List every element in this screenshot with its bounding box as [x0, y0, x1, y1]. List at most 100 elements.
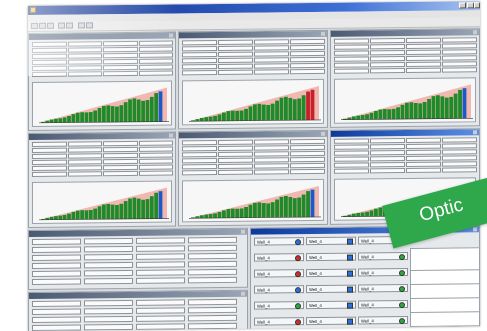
chart-bar: [217, 212, 222, 219]
well-item[interactable]: Well_4: [254, 285, 304, 294]
data-cell: [84, 269, 133, 277]
panel-close-icon[interactable]: [321, 131, 325, 136]
chart-bar: [128, 99, 132, 122]
tool-button[interactable]: [58, 22, 65, 29]
data-cell: [218, 57, 253, 64]
data-cell: [32, 262, 81, 269]
well-item[interactable]: Well_4: [358, 284, 408, 293]
data-cell: [218, 63, 253, 70]
well-item[interactable]: Well_4: [306, 300, 356, 310]
well-item[interactable]: Well_4: [254, 301, 304, 310]
data-cell: [406, 37, 441, 44]
well-item[interactable]: Well_4: [254, 317, 304, 326]
data-cell: [32, 278, 81, 285]
data-cell: [136, 269, 185, 276]
data-cell: [188, 276, 237, 284]
chart-bar: [244, 206, 248, 218]
chart-bar: [132, 98, 137, 122]
well-item[interactable]: Well_4: [358, 300, 408, 309]
data-cell: [442, 37, 477, 43]
chart-bar: [222, 112, 226, 121]
chart-bar: [270, 103, 275, 121]
panel-close-icon[interactable]: [169, 33, 173, 38]
tool-button[interactable]: [47, 22, 54, 29]
chart-bar: [427, 99, 431, 119]
chart-bar: [128, 198, 132, 219]
panel-close-icon[interactable]: [241, 291, 245, 296]
tool-button[interactable]: [66, 22, 73, 29]
panel-close-icon[interactable]: [241, 229, 245, 234]
data-cell: [138, 64, 173, 70]
well-item[interactable]: Well_4: [306, 268, 356, 278]
data-cell: [218, 69, 253, 76]
chart-bar: [84, 210, 89, 220]
well-item[interactable]: Well_4: [358, 268, 408, 277]
chart-bar: [275, 100, 279, 121]
data-cell: [32, 165, 67, 171]
data-cell: [138, 164, 173, 170]
data-cell: [188, 314, 237, 322]
data-cell: [406, 155, 441, 162]
panel-close-icon[interactable]: [321, 31, 325, 36]
tool-button[interactable]: [86, 22, 93, 29]
app-icon: [30, 6, 36, 13]
chart-bar: [102, 105, 106, 123]
data-cell: [67, 41, 102, 47]
well-item[interactable]: Well_4: [306, 284, 356, 294]
tool-button[interactable]: [39, 22, 46, 29]
data-cell: [182, 70, 217, 76]
data-cell: [84, 237, 133, 245]
data-cell: [218, 163, 253, 170]
data-cell: [103, 40, 138, 47]
data-cell: [182, 58, 217, 64]
data-cell: [103, 46, 138, 53]
monitor-panel: [178, 129, 328, 227]
tool-button[interactable]: [31, 22, 38, 29]
panel-close-icon[interactable]: [169, 133, 173, 138]
chart-bar: [413, 102, 418, 119]
chart-bar: [154, 192, 159, 219]
data-cell: [136, 307, 185, 314]
data-cell: [138, 46, 173, 52]
data-cell: [182, 140, 217, 146]
minimize-button[interactable]: [459, 2, 466, 9]
well-item[interactable]: Well_4: [306, 252, 356, 262]
chart-bar: [71, 114, 76, 123]
well-item[interactable]: Well_4: [358, 252, 408, 261]
chart-bar: [253, 104, 257, 121]
tool-button[interactable]: [78, 22, 85, 29]
data-cell: [182, 146, 217, 152]
well-item[interactable]: Well_4: [358, 316, 408, 325]
data-cell: [67, 165, 102, 171]
status-indicator-icon: [399, 286, 405, 293]
data-cell: [103, 164, 138, 171]
chart-bar: [288, 97, 293, 121]
data-cell: [290, 150, 325, 157]
detail-row: [411, 300, 480, 313]
details-panel: [410, 247, 480, 331]
data-cell: [442, 149, 477, 155]
well-item[interactable]: Well_4: [306, 236, 356, 246]
panel-close-icon[interactable]: [473, 130, 477, 135]
well-item[interactable]: Well_4: [254, 269, 304, 278]
panel-close-icon[interactable]: [473, 227, 477, 232]
chart-bar: [115, 106, 119, 123]
chart-bar: [145, 100, 150, 122]
well-item[interactable]: Well_4: [254, 237, 304, 246]
chart-bar: [458, 89, 462, 119]
data-cell: [136, 277, 185, 284]
chart-bar: [248, 204, 253, 218]
close-button[interactable]: [474, 2, 480, 9]
data-cell: [67, 171, 102, 177]
well-label: Well_4: [361, 270, 374, 276]
well-item[interactable]: Well_4: [306, 316, 356, 326]
panel-header: [179, 30, 327, 39]
chart-bar: [257, 202, 262, 218]
data-cell: [370, 156, 405, 162]
maximize-button[interactable]: [467, 2, 474, 9]
banner-text: Optic: [417, 194, 466, 227]
panel-header: [331, 129, 479, 137]
well-item[interactable]: Well_4: [254, 253, 304, 262]
panel-close-icon[interactable]: [473, 30, 477, 35]
chart-bar: [292, 99, 297, 121]
